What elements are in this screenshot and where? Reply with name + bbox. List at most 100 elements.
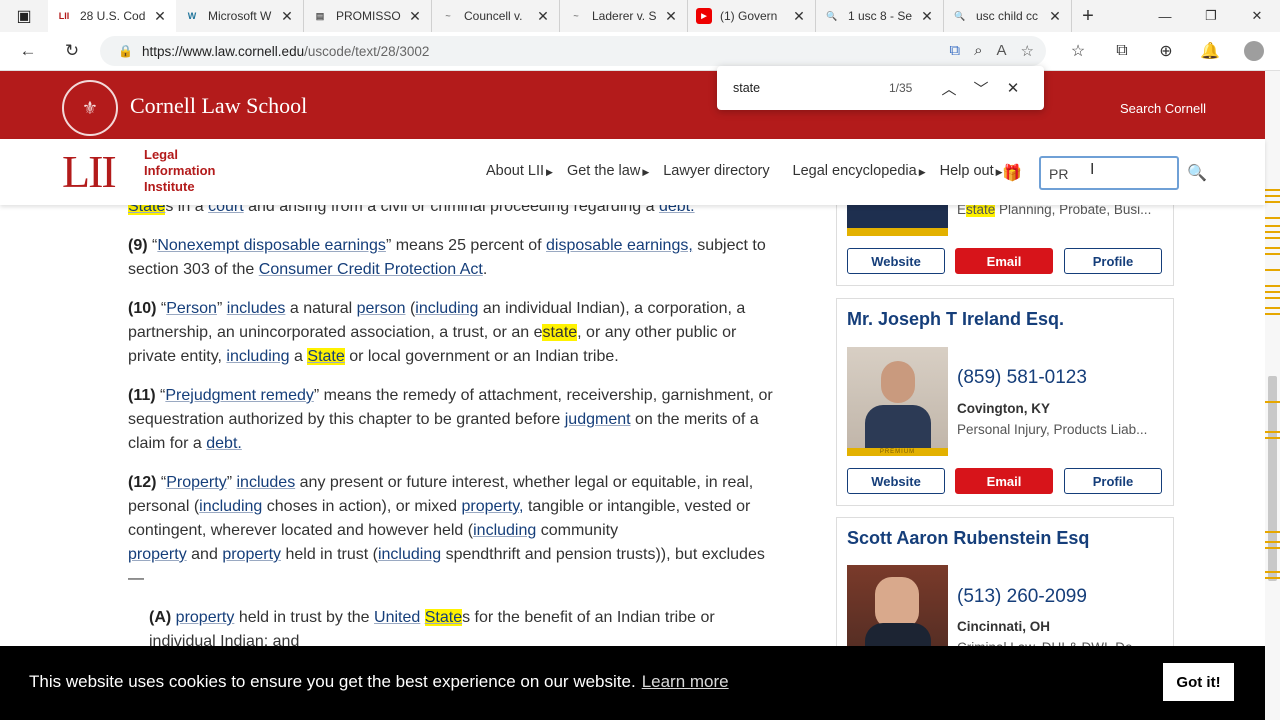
- state-highlight-link[interactable]: State: [307, 348, 345, 365]
- profile-button[interactable]: Profile: [1064, 248, 1162, 274]
- address-bar[interactable]: 🔒 https://www.law.cornell.edu/uscode/tex…: [100, 36, 1046, 66]
- refresh-icon[interactable]: ↻: [54, 36, 90, 66]
- cornell-seal-icon[interactable]: ⚜: [62, 80, 118, 136]
- property-link[interactable]: property: [176, 609, 235, 626]
- close-window-icon[interactable]: ✕: [1234, 0, 1280, 32]
- browser-tab[interactable]: ~ Laderer v. S ✕: [560, 0, 688, 32]
- property-link[interactable]: property: [222, 546, 281, 563]
- email-button[interactable]: Email: [955, 248, 1053, 274]
- favorites-icon[interactable]: ☆: [1056, 36, 1100, 66]
- defined-term-link[interactable]: Person: [166, 300, 217, 317]
- nav-label: Help out: [939, 163, 994, 179]
- learn-more-link[interactable]: Learn more: [642, 672, 729, 691]
- nav-about-lii[interactable]: About LII ▶: [486, 163, 557, 179]
- close-tab-icon[interactable]: ✕: [1047, 8, 1063, 25]
- close-tab-icon[interactable]: ✕: [279, 8, 295, 25]
- lii-logo-text[interactable]: Legal Information Institute: [144, 147, 216, 195]
- site-search-input[interactable]: PR: [1039, 156, 1179, 190]
- including-link[interactable]: including: [226, 348, 289, 365]
- tab-actions-icon[interactable]: ▣: [0, 0, 48, 32]
- email-button[interactable]: Email: [955, 468, 1053, 494]
- lawyer-phone[interactable]: (859) 581-0123: [957, 367, 1087, 389]
- find-next-icon[interactable]: ﹀: [965, 78, 997, 99]
- text: and: [191, 546, 218, 563]
- close-tab-icon[interactable]: ✕: [535, 8, 551, 25]
- close-tab-icon[interactable]: ✕: [152, 8, 168, 25]
- including-link[interactable]: including: [415, 300, 478, 317]
- website-button[interactable]: Website: [847, 248, 945, 274]
- app-available-icon[interactable]: ⧉: [949, 42, 960, 60]
- minimize-icon[interactable]: —: [1142, 0, 1188, 32]
- lawyer-name[interactable]: Mr. Joseph T Ireland Esq.: [847, 309, 1064, 330]
- lawyer-photo[interactable]: PREMIUM: [847, 347, 948, 456]
- search-icon[interactable]: 🔍: [1187, 163, 1207, 183]
- close-tab-icon[interactable]: ✕: [407, 8, 423, 25]
- ccpa-link[interactable]: Consumer Credit Protection Act: [259, 261, 483, 278]
- favorite-star-icon[interactable]: ☆: [1021, 42, 1034, 60]
- find-previous-icon[interactable]: ︿: [933, 78, 965, 99]
- close-tab-icon[interactable]: ✕: [919, 8, 935, 25]
- nav-get-the-law[interactable]: Get the law ▶: [567, 163, 653, 179]
- united-states-link[interactable]: United: [374, 609, 420, 626]
- defined-term-link[interactable]: Property: [166, 474, 226, 491]
- extensions-icon[interactable]: ⊕: [1144, 36, 1188, 66]
- cornell-law-school-logo[interactable]: Cornell Law School: [130, 93, 307, 119]
- read-aloud-icon[interactable]: A: [997, 42, 1007, 60]
- restore-icon[interactable]: ❐: [1188, 0, 1234, 32]
- profile-button[interactable]: Profile: [1064, 468, 1162, 494]
- browser-tab[interactable]: 🔍 1 usc 8 - Se ✕: [816, 0, 944, 32]
- lawyer-phone[interactable]: (513) 260-2099: [957, 586, 1087, 608]
- browser-tab-active[interactable]: LII 28 U.S. Cod ✕: [48, 0, 176, 32]
- notifications-bell-icon[interactable]: 🔔: [1188, 36, 1232, 66]
- lii-logo[interactable]: LII: [62, 149, 117, 195]
- browser-tab[interactable]: 🔍 usc child cc ✕: [944, 0, 1072, 32]
- debt-link[interactable]: debt.: [206, 435, 242, 452]
- state-highlight-link[interactable]: State: [424, 609, 463, 626]
- browser-tab[interactable]: ▶ (1) Govern ✕: [688, 0, 816, 32]
- new-tab-button[interactable]: +: [1072, 0, 1104, 32]
- lawyer-practice-areas: Personal Injury, Products Liab...: [957, 422, 1148, 437]
- person-link[interactable]: person: [357, 300, 406, 317]
- including-link[interactable]: including: [378, 546, 441, 563]
- browser-tab[interactable]: W Microsoft W ✕: [176, 0, 304, 32]
- defined-term-link[interactable]: Nonexempt disposable earnings: [157, 237, 386, 254]
- website-button[interactable]: Website: [847, 468, 945, 494]
- text: a: [294, 348, 303, 365]
- browser-tab[interactable]: ~ Councell v. ✕: [432, 0, 560, 32]
- find-match-count: 1/35: [889, 81, 913, 95]
- search-cornell-link[interactable]: Search Cornell: [1120, 101, 1206, 116]
- defined-term-link[interactable]: Prejudgment remedy: [165, 387, 314, 404]
- find-on-page-icon[interactable]: ⌕: [974, 42, 982, 60]
- back-icon[interactable]: ←: [10, 36, 46, 66]
- scrollbar-thumb[interactable]: [1268, 376, 1277, 581]
- including-link[interactable]: including: [473, 522, 536, 539]
- page-scrollbar[interactable]: [1265, 71, 1280, 720]
- judgment-link[interactable]: judgment: [565, 411, 631, 428]
- find-input[interactable]: state: [733, 81, 889, 95]
- nav-legal-encyclopedia[interactable]: Legal encyclopedia ▶: [793, 163, 930, 179]
- includes-link[interactable]: includes: [227, 300, 286, 317]
- browser-tab[interactable]: ▤ PROMISSO ✕: [304, 0, 432, 32]
- lock-icon[interactable]: 🔒: [118, 44, 142, 58]
- lawyer-name[interactable]: Scott Aaron Rubenstein Esq: [847, 528, 1089, 549]
- close-tab-icon[interactable]: ✕: [663, 8, 679, 25]
- gift-icon[interactable]: 🎁: [1002, 163, 1022, 183]
- close-tab-icon[interactable]: ✕: [791, 8, 807, 25]
- find-marker: [1265, 247, 1280, 249]
- disposable-earnings-link[interactable]: disposable earnings,: [546, 237, 693, 254]
- includes-link[interactable]: includes: [236, 474, 295, 491]
- including-link[interactable]: including: [199, 498, 262, 515]
- lawyer-card: Estate Planning, Probate, Busi... Websit…: [836, 196, 1174, 286]
- find-marker: [1265, 313, 1280, 315]
- more-menu-icon[interactable]: ⋯: [1276, 36, 1280, 66]
- nav-lawyer-directory[interactable]: Lawyer directory▶: [663, 163, 782, 179]
- text: ” means 25 percent of: [385, 237, 542, 254]
- profile-avatar[interactable]: [1232, 36, 1276, 66]
- property-link[interactable]: property: [128, 546, 187, 563]
- nav-help-out[interactable]: Help out ▶: [940, 163, 1007, 179]
- property-link[interactable]: property,: [462, 498, 524, 515]
- collections-icon[interactable]: ⧉: [1100, 36, 1144, 66]
- url-text[interactable]: https://www.law.cornell.edu/uscode/text/…: [142, 44, 949, 59]
- find-close-icon[interactable]: ✕: [997, 79, 1029, 97]
- got-it-button[interactable]: Got it!: [1163, 663, 1234, 701]
